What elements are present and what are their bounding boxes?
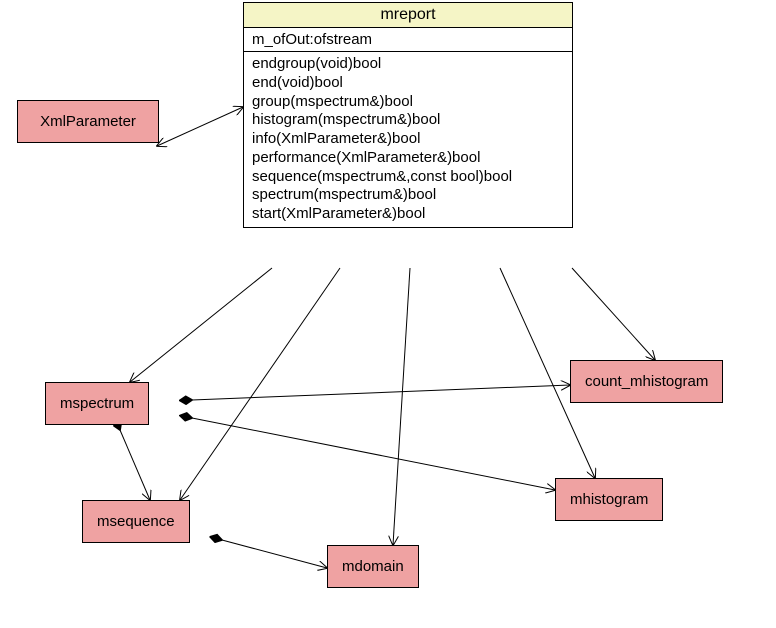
class-op: spectrum(mspectrum&)bool [252, 186, 564, 205]
node-msequence: msequence [82, 500, 190, 543]
class-op: info(XmlParameter&)bool [252, 130, 564, 149]
class-title: mreport [244, 3, 572, 28]
class-operations: endgroup(void)bool end(void)bool group(m… [244, 52, 572, 227]
class-op: end(void)bool [252, 74, 564, 93]
class-attr: m_ofOut:ofstream [252, 31, 564, 48]
node-mspectrum: mspectrum [45, 382, 149, 425]
class-op: endgroup(void)bool [252, 55, 564, 74]
class-attributes: m_ofOut:ofstream [244, 28, 572, 52]
node-count-mhistogram: count_mhistogram [570, 360, 723, 403]
class-op: performance(XmlParameter&)bool [252, 149, 564, 168]
class-op: sequence(mspectrum&,const bool)bool [252, 168, 564, 187]
class-mreport: mreport m_ofOut:ofstream endgroup(void)b… [243, 2, 573, 228]
node-mdomain: mdomain [327, 545, 419, 588]
node-mhistogram: mhistogram [555, 478, 663, 521]
class-op: histogram(mspectrum&)bool [252, 111, 564, 130]
class-op: start(XmlParameter&)bool [252, 205, 564, 224]
class-op: group(mspectrum&)bool [252, 93, 564, 112]
node-xmlparameter: XmlParameter [17, 100, 159, 143]
